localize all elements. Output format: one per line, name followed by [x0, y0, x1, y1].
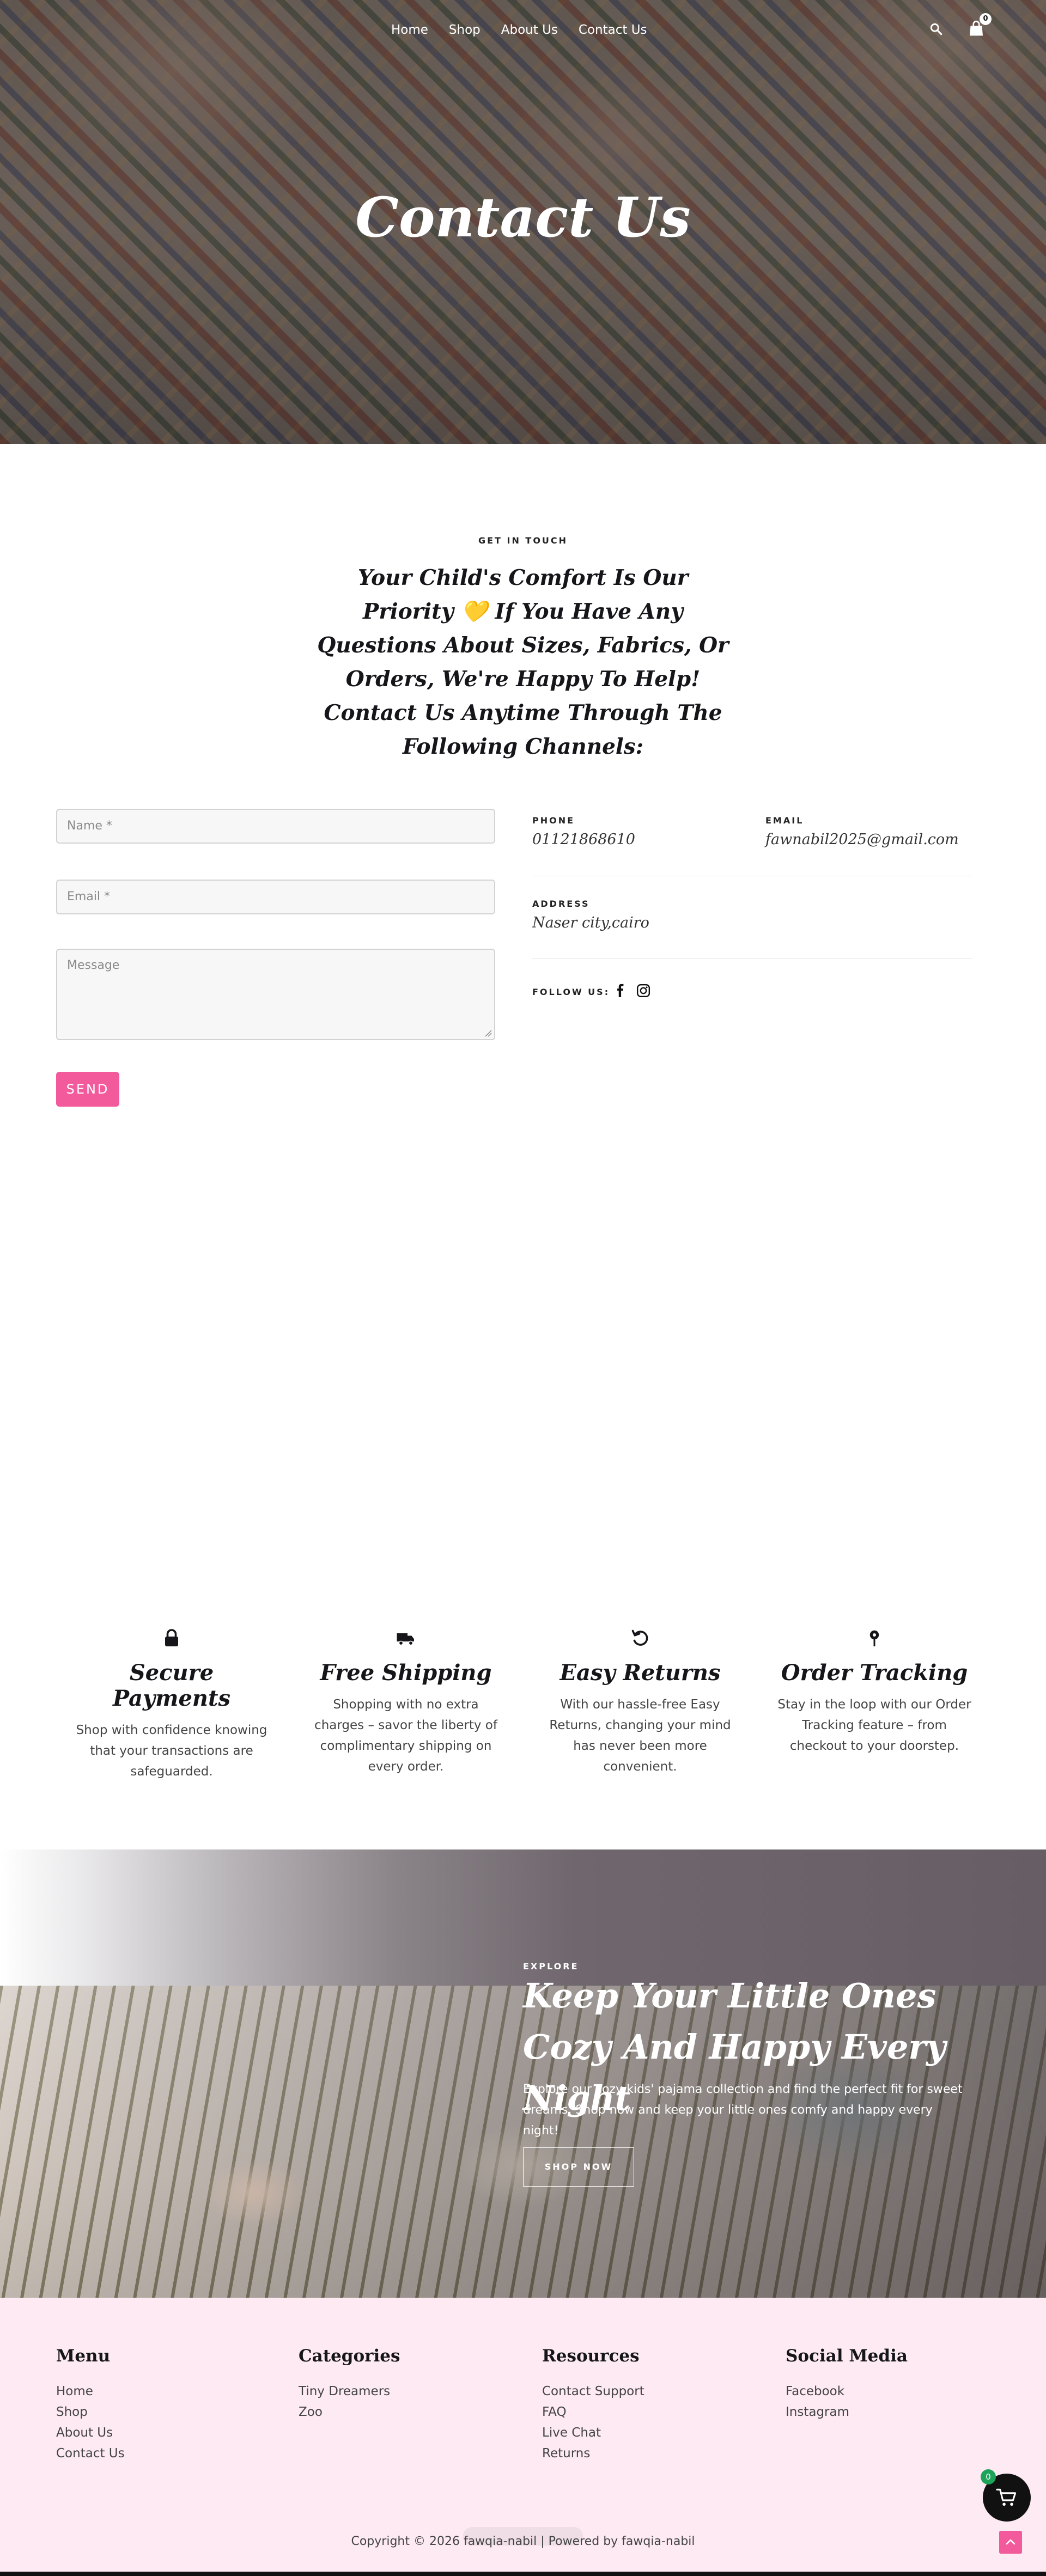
- address-label: ADDRESS: [532, 899, 590, 909]
- cart-icon: [996, 2488, 1017, 2506]
- footer-col-title: Menu: [56, 2346, 111, 2366]
- phone-label: PHONE: [532, 815, 575, 826]
- facebook-icon[interactable]: [613, 982, 628, 999]
- footer-link-zoo[interactable]: Zoo: [299, 2402, 506, 2422]
- footer-col-title: Resources: [542, 2346, 640, 2366]
- message-field[interactable]: Message: [56, 949, 495, 1040]
- name-placeholder: Name *: [67, 819, 112, 833]
- return-icon: [631, 1629, 648, 1646]
- address-value: Naser city,cairo: [532, 914, 649, 931]
- footer-link-faq[interactable]: FAQ: [542, 2402, 749, 2422]
- feature-easy-returns: Easy Returns With our hassle-free Easy R…: [537, 1628, 744, 1777]
- email-value[interactable]: fawnabil2025@gmail.com: [765, 831, 959, 848]
- feature-text: With our hassle-free Easy Returns, chang…: [549, 1698, 731, 1774]
- feature-title: Free Shipping: [320, 1660, 492, 1686]
- floating-cart-count: 0: [981, 2469, 996, 2485]
- email-field[interactable]: Email *: [56, 880, 495, 914]
- cart-count-badge: 0: [980, 13, 992, 25]
- top-nav: Home Shop About Us Contact Us 0: [0, 0, 1046, 61]
- follow-label: FOLLOW US:: [532, 987, 610, 997]
- feature-order-tracking: Order Tracking Stay in the loop with our…: [771, 1628, 978, 1756]
- search-icon[interactable]: [929, 22, 943, 36]
- instagram-icon[interactable]: [636, 984, 650, 998]
- name-field[interactable]: Name *: [56, 809, 495, 844]
- footer-col-resources: Resources Contact Support FAQ Live Chat …: [542, 2346, 749, 2464]
- footer-link-instagram[interactable]: Instagram: [786, 2402, 993, 2422]
- feature-text: Shop with confidence knowing that your t…: [76, 1723, 267, 1779]
- feature-title: Easy Returns: [560, 1660, 721, 1686]
- nav-link-contact[interactable]: Contact Us: [579, 23, 647, 37]
- footer-col-social: Social Media Facebook Instagram: [786, 2346, 993, 2422]
- shop-now-button[interactable]: SHOP NOW: [523, 2147, 634, 2187]
- footer-link-home[interactable]: Home: [56, 2381, 263, 2402]
- scroll-to-top-button[interactable]: [999, 2531, 1022, 2554]
- nav-links: Home Shop About Us Contact Us: [391, 23, 647, 37]
- feature-text: Shopping with no extra charges – savor t…: [314, 1698, 497, 1774]
- footer-col-title: Social Media: [786, 2346, 908, 2366]
- footer-link-contact-support[interactable]: Contact Support: [542, 2381, 749, 2402]
- truck-icon: [397, 1633, 414, 1646]
- nav-link-about[interactable]: About Us: [501, 23, 558, 37]
- footer-link-tiny-dreamers[interactable]: Tiny Dreamers: [299, 2381, 506, 2402]
- send-button[interactable]: SEND: [56, 1072, 119, 1107]
- bottom-bar: [0, 2572, 1046, 2576]
- feature-free-shipping: Free Shipping Shopping with no extra cha…: [302, 1628, 509, 1777]
- footer-link-returns[interactable]: Returns: [542, 2443, 749, 2464]
- copyright-text: Copyright © 2026 fawqia-nabil | Powered …: [351, 2535, 695, 2548]
- footer-link-live-chat[interactable]: Live Chat: [542, 2422, 749, 2443]
- phone-value[interactable]: 01121868610: [532, 831, 635, 848]
- email-label: EMAIL: [765, 815, 804, 826]
- promo-text: Explore our cozy kids' pajama collection…: [523, 2083, 963, 2138]
- footer-col-title: Categories: [299, 2346, 400, 2366]
- footer-link-about[interactable]: About Us: [56, 2422, 263, 2443]
- footer-col-menu: Menu Home Shop About Us Contact Us: [56, 2346, 263, 2464]
- footer-link-contact[interactable]: Contact Us: [56, 2443, 263, 2464]
- nav-link-shop[interactable]: Shop: [449, 23, 481, 37]
- footer-link-shop[interactable]: Shop: [56, 2402, 263, 2422]
- resize-grip-icon[interactable]: [484, 1029, 492, 1037]
- contact-intro: Your Child's Comfort Is Our Priority 💛 I…: [317, 565, 729, 759]
- contact-eyebrow: GET IN TOUCH: [478, 535, 568, 546]
- feature-title: Order Tracking: [781, 1660, 968, 1686]
- location-pin-icon: [869, 1630, 879, 1646]
- feature-secure-payments: Secure Payments Shop with confidence kno…: [68, 1628, 275, 1782]
- page-title: Contact Us: [355, 185, 691, 249]
- footer-link-facebook[interactable]: Facebook: [786, 2381, 993, 2402]
- message-placeholder: Message: [67, 959, 120, 972]
- chevron-up-icon: [1006, 2539, 1015, 2545]
- nav-link-home[interactable]: Home: [391, 23, 428, 37]
- lock-icon: [165, 1629, 178, 1646]
- feature-title: Secure Payments: [112, 1660, 230, 1711]
- feature-text: Stay in the loop with our Order Tracking…: [777, 1698, 971, 1753]
- footer-col-categories: Categories Tiny Dreamers Zoo: [299, 2346, 506, 2422]
- email-placeholder: Email *: [67, 890, 111, 904]
